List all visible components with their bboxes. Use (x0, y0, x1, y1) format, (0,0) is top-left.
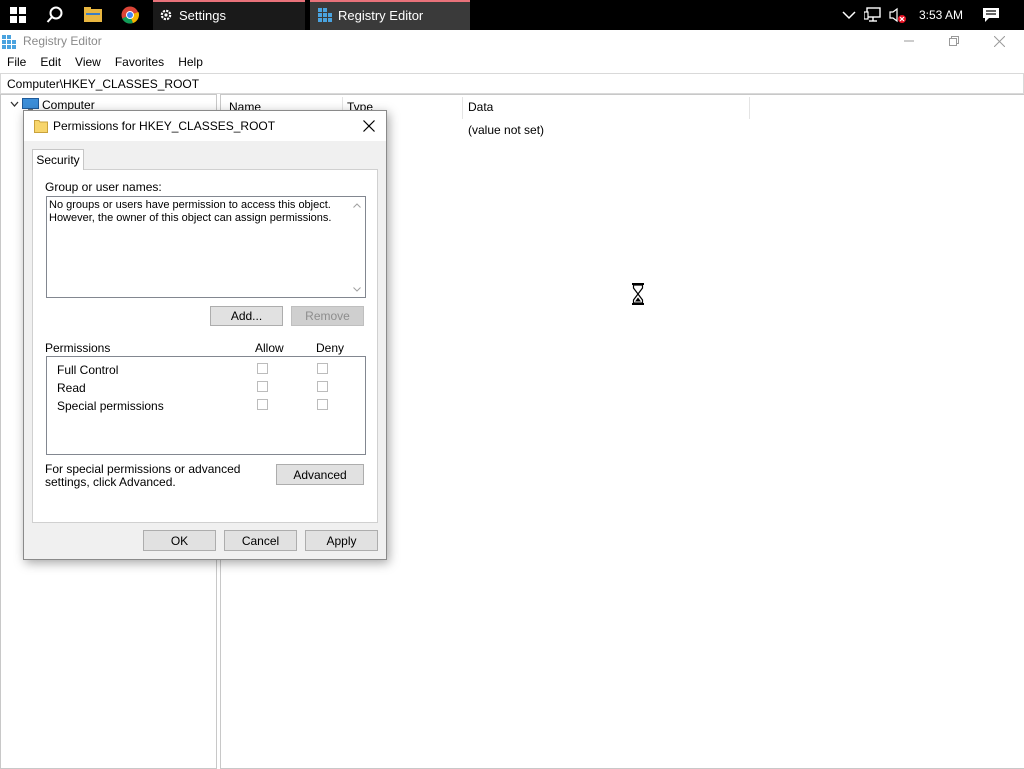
permissions-label: Permissions (45, 341, 111, 355)
address-bar[interactable]: Computer\HKEY_CLASSES_ROOT (0, 73, 1024, 94)
column-header-data[interactable]: Data (468, 100, 493, 118)
menu-edit[interactable]: Edit (33, 53, 68, 73)
menu-help[interactable]: Help (171, 53, 210, 73)
taskbar-app-registry-editor[interactable]: Registry Editor (310, 0, 470, 30)
file-explorer-icon[interactable] (76, 0, 110, 30)
gear-icon (159, 8, 173, 22)
permission-name: Full Control (57, 363, 119, 377)
remove-button[interactable]: Remove (291, 306, 364, 326)
advanced-settings-hint: For special permissions or advanced sett… (45, 462, 241, 489)
folder-icon (34, 119, 48, 136)
permission-name: Read (57, 381, 86, 395)
network-icon[interactable] (864, 0, 882, 30)
dialog-title: Permissions for HKEY_CLASSES_ROOT (53, 119, 276, 133)
deny-column-label: Deny (316, 341, 345, 355)
column-divider[interactable] (462, 97, 463, 119)
listbox-scrollbar[interactable] (350, 198, 364, 296)
deny-special-permissions-checkbox[interactable] (317, 399, 328, 410)
dialog-title-bar: Permissions for HKEY_CLASSES_ROOT (24, 111, 386, 141)
show-hidden-icons-chevron-icon[interactable] (842, 0, 856, 30)
window-title-bar: Registry Editor (0, 30, 1024, 52)
taskbar: Settings Registry Editor 3:53 AM (0, 0, 1024, 30)
menu-file[interactable]: File (0, 53, 33, 73)
permission-name: Special permissions (57, 399, 164, 413)
registry-editor-icon (2, 35, 16, 52)
taskbar-app-accent (310, 0, 470, 2)
cancel-button[interactable]: Cancel (224, 530, 297, 551)
group-empty-message: No groups or users have permission to ac… (49, 199, 332, 224)
search-icon[interactable] (38, 0, 72, 30)
permissions-dialog: Permissions for HKEY_CLASSES_ROOT Securi… (23, 110, 387, 560)
value-data-cell[interactable]: (value not set) (468, 123, 544, 137)
permissions-listbox[interactable]: Full Control Read Special permissions (46, 356, 366, 455)
volume-muted-icon[interactable] (889, 0, 907, 30)
deny-read-checkbox[interactable] (317, 381, 328, 392)
advanced-button[interactable]: Advanced (276, 464, 364, 485)
apply-button[interactable]: Apply (305, 530, 378, 551)
ok-button[interactable]: OK (143, 530, 216, 551)
taskbar-app-settings[interactable]: Settings (153, 0, 305, 30)
allow-read-checkbox[interactable] (257, 381, 268, 392)
menu-favorites[interactable]: Favorites (108, 53, 171, 73)
tab-security[interactable]: Security (32, 149, 84, 170)
taskbar-app-accent (153, 0, 305, 2)
security-tab-panel: Group or user names: No groups or users … (32, 169, 378, 523)
allow-special-permissions-checkbox[interactable] (257, 399, 268, 410)
scroll-down-icon[interactable] (350, 282, 364, 296)
window-title: Registry Editor (23, 34, 102, 48)
allow-full-control-checkbox[interactable] (257, 363, 268, 374)
column-divider[interactable] (749, 97, 750, 119)
menu-bar: File Edit View Favorites Help (0, 53, 210, 73)
group-or-user-names-label: Group or user names: (45, 180, 162, 194)
close-window-button[interactable] (976, 30, 1022, 52)
windows-start-icon[interactable] (0, 0, 36, 30)
minimize-button[interactable] (886, 30, 932, 52)
chevron-down-icon[interactable] (10, 100, 19, 111)
chrome-icon[interactable] (113, 0, 147, 30)
group-or-user-names-listbox[interactable]: No groups or users have permission to ac… (46, 196, 366, 298)
restore-button[interactable] (931, 30, 977, 52)
registry-editor-icon (318, 8, 332, 22)
add-button[interactable]: Add... (210, 306, 283, 326)
action-center-icon[interactable] (982, 0, 1000, 30)
menu-view[interactable]: View (68, 53, 108, 73)
taskbar-clock[interactable]: 3:53 AM (919, 0, 963, 30)
close-icon[interactable] (358, 115, 380, 137)
deny-full-control-checkbox[interactable] (317, 363, 328, 374)
taskbar-app-label: Settings (179, 7, 226, 23)
allow-column-label: Allow (255, 341, 284, 355)
taskbar-app-label: Registry Editor (338, 7, 424, 23)
hourglass-cursor-icon (631, 283, 645, 305)
address-path: Computer\HKEY_CLASSES_ROOT (7, 77, 200, 91)
scroll-up-icon[interactable] (350, 198, 364, 212)
